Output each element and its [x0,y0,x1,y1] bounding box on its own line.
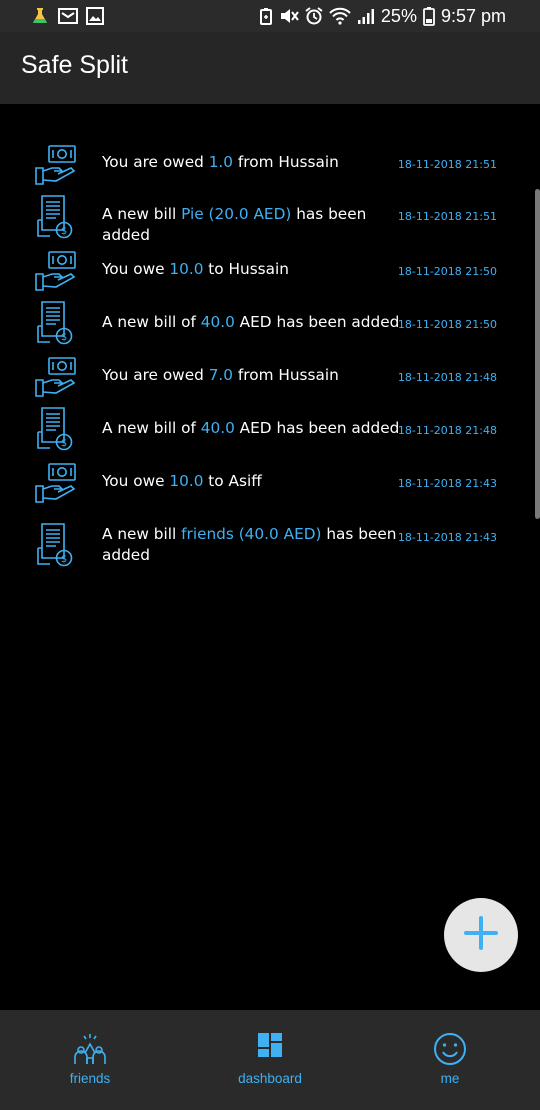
nav-item-friends[interactable]: friends [0,1010,180,1110]
notification-timestamp: 18-11-2018 21:48 [397,424,497,437]
notification-text: You are owed 1.0 from Hussain [102,153,339,171]
notification-text: A new bill friends (40.0 AED) has been a… [102,525,397,564]
notification-item[interactable]: $ A new bill of 40.0 AED has been added … [0,300,540,346]
battery-percent: 25% [380,5,417,26]
alarm-icon [305,7,323,25]
add-bill-button[interactable] [444,898,518,972]
notification-text: You owe 10.0 to Hussain [102,260,289,278]
app-bar: Safe Split [0,32,540,104]
notification-timestamp: 18-11-2018 21:50 [397,265,497,278]
notification-amount: 10.0 [169,260,204,278]
notification-amount: 10.0 [169,472,204,490]
dashboard-icon [257,1032,283,1066]
notification-timestamp: 18-11-2018 21:51 [397,210,497,223]
nav-item-dashboard[interactable]: dashboard [180,1010,360,1110]
cash-hand-icon [34,354,78,398]
mute-icon [279,7,299,25]
cash-hand-icon [34,460,78,504]
notification-amount: Pie (20.0 AED) [181,205,292,223]
friends-icon [72,1032,108,1066]
message-icon [58,7,78,25]
nav-label-dashboard: dashboard [238,1071,302,1086]
svg-text:$: $ [61,438,67,449]
activity-feed[interactable]: You are owed 1.0 from Hussain 18-11-2018… [0,104,540,1010]
nav-item-me[interactable]: me [360,1010,540,1110]
notification-timestamp: 18-11-2018 21:43 [397,477,497,490]
bill-receipt-icon: $ [34,194,78,239]
bottom-navigation: friends dashboard me [0,1010,540,1110]
scrollbar[interactable] [535,189,540,519]
notification-text: A new bill Pie (20.0 AED) has been added [102,205,367,244]
battery-icon [423,6,435,26]
notification-amount: 7.0 [208,366,234,384]
wifi-icon [329,7,351,25]
svg-text:$: $ [61,554,67,565]
notification-text: You owe 10.0 to Asiff [102,472,262,490]
notification-item[interactable]: You owe 10.0 to Asiff 18-11-2018 21:43 [0,460,540,504]
app-title: Safe Split [21,51,129,79]
flask-icon [30,6,50,26]
notification-amount: 1.0 [208,153,234,171]
nav-label-friends: friends [69,1071,111,1086]
notification-timestamp: 18-11-2018 21:51 [397,158,497,171]
bill-receipt-icon: $ [34,406,78,451]
plus-icon [464,916,498,954]
notification-text: A new bill of 40.0 AED has been added [102,419,400,437]
battery-saver-icon [259,7,273,25]
status-time: 9:57 pm [440,5,506,26]
svg-text:$: $ [61,226,67,237]
signal-icon [357,7,375,25]
bill-receipt-icon: $ [34,522,78,567]
notification-text: You are owed 7.0 from Hussain [102,366,339,384]
notification-amount: 40.0 [200,419,235,437]
notification-amount: friends (40.0 AED) [181,525,322,543]
notification-amount: 40.0 [200,313,235,331]
notification-item[interactable]: $ A new bill friends (40.0 AED) has been… [0,522,540,568]
notification-timestamp: 18-11-2018 21:50 [397,318,497,331]
status-bar-right: 25% 9:57 pm [259,4,506,28]
bill-receipt-icon: $ [34,300,78,345]
cash-hand-icon [34,248,78,292]
smiley-icon [433,1032,467,1066]
svg-text:$: $ [61,332,67,343]
notification-item[interactable]: $ A new bill Pie (20.0 AED) has been add… [0,194,540,244]
notification-timestamp: 18-11-2018 21:43 [397,531,497,544]
cash-hand-icon [34,142,78,186]
nav-label-me: me [440,1071,460,1086]
notification-item[interactable]: $ A new bill of 40.0 AED has been added … [0,406,540,452]
notification-item[interactable]: You are owed 7.0 from Hussain 18-11-2018… [0,354,540,398]
status-bar-left [30,5,104,27]
notification-item[interactable]: You are owed 1.0 from Hussain 18-11-2018… [0,142,540,186]
notification-text: A new bill of 40.0 AED has been added [102,313,400,331]
status-bar: 25% 9:57 pm [0,0,540,32]
image-icon [86,7,104,25]
notification-item[interactable]: You owe 10.0 to Hussain 18-11-2018 21:50 [0,248,540,292]
notification-timestamp: 18-11-2018 21:48 [397,371,497,384]
